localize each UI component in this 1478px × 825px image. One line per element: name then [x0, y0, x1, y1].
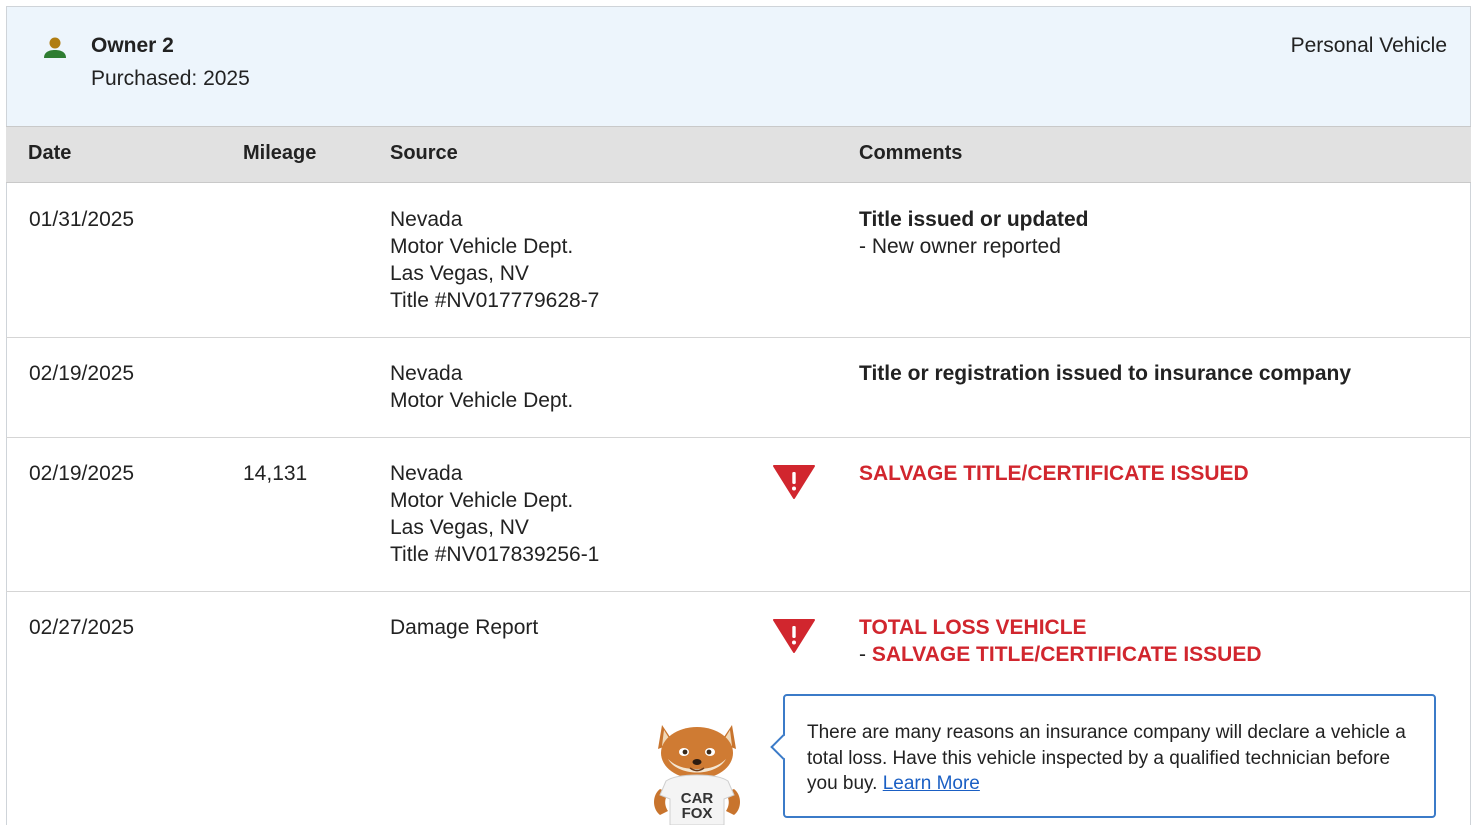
- alert-title: SALVAGE TITLE/CERTIFICATE ISSUED: [859, 462, 1249, 485]
- column-header-mileage: Mileage: [243, 142, 317, 164]
- row-source: Nevada Motor Vehicle Dept.: [390, 360, 573, 414]
- alert-title: TOTAL LOSS VEHICLE: [859, 616, 1087, 639]
- row-date: 02/27/2025: [29, 616, 135, 639]
- source-line: Title #NV017779628-7: [390, 289, 600, 312]
- source-line: Las Vegas, NV: [390, 516, 529, 539]
- mascot-shirt-text: FOX: [682, 805, 713, 822]
- comment-detail: - New owner reported: [859, 235, 1061, 258]
- owner-name: Owner 2: [91, 34, 174, 57]
- source-line: Nevada: [390, 208, 463, 231]
- alert-detail: - SALVAGE TITLE/CERTIFICATE ISSUED: [859, 641, 1262, 668]
- table-row: 02/19/2025 14,131 Nevada Motor Vehicle D…: [6, 438, 1471, 592]
- row-source: Damage Report: [390, 614, 538, 641]
- warning-triangle-icon: [773, 619, 815, 653]
- row-date: 02/19/2025: [29, 362, 135, 385]
- history-table-header: Date Mileage Source Comments: [6, 126, 1471, 183]
- learn-more-link[interactable]: Learn More: [883, 773, 980, 794]
- callout-text: There are many reasons an insurance comp…: [807, 720, 1417, 797]
- owner-header: Owner 2 Purchased: 2025 Personal Vehicle: [6, 6, 1471, 126]
- row-comments: Title or registration issued to insuranc…: [859, 360, 1351, 387]
- row-date: 01/31/2025: [29, 208, 135, 231]
- table-row: 01/31/2025 Nevada Motor Vehicle Dept. La…: [6, 183, 1471, 338]
- comment-title: Title or registration issued to insuranc…: [859, 362, 1352, 385]
- vehicle-use-type: Personal Vehicle: [1290, 34, 1447, 57]
- person-icon: [44, 37, 66, 58]
- alert-detail-dash: -: [859, 643, 872, 666]
- row-date: 02/19/2025: [29, 462, 135, 485]
- source-line: Motor Vehicle Dept.: [390, 489, 574, 512]
- alert-detail-text: SALVAGE TITLE/CERTIFICATE ISSUED: [871, 643, 1262, 666]
- column-header-source: Source: [390, 142, 458, 164]
- source-line: Nevada: [390, 462, 463, 485]
- source-line: Las Vegas, NV: [390, 262, 529, 285]
- carfox-mascot-icon: CAR FOX: [654, 725, 740, 825]
- warning-triangle-icon: [773, 465, 815, 499]
- row-source: Nevada Motor Vehicle Dept. Las Vegas, NV…: [390, 460, 599, 568]
- owner-purchased-year: Purchased: 2025: [91, 67, 250, 90]
- column-header-date: Date: [28, 142, 72, 164]
- source-line: Nevada: [390, 362, 463, 385]
- source-line: Motor Vehicle Dept.: [390, 389, 574, 412]
- source-line: Title #NV017839256-1: [390, 543, 600, 566]
- source-line: Motor Vehicle Dept.: [390, 235, 574, 258]
- source-line: Damage Report: [390, 616, 539, 639]
- total-loss-info-callout: There are many reasons an insurance comp…: [770, 694, 1436, 818]
- comment-title: Title issued or updated: [859, 208, 1089, 231]
- column-header-comments: Comments: [859, 142, 963, 164]
- row-comments: TOTAL LOSS VEHICLE - SALVAGE TITLE/CERTI…: [859, 614, 1262, 668]
- row-mileage: 14,131: [243, 462, 308, 485]
- table-row: 02/19/2025 Nevada Motor Vehicle Dept. Ti…: [6, 338, 1471, 438]
- row-source: Nevada Motor Vehicle Dept. Las Vegas, NV…: [390, 206, 599, 314]
- row-comments: SALVAGE TITLE/CERTIFICATE ISSUED: [859, 460, 1249, 487]
- row-comments: Title issued or updated - New owner repo…: [859, 206, 1088, 260]
